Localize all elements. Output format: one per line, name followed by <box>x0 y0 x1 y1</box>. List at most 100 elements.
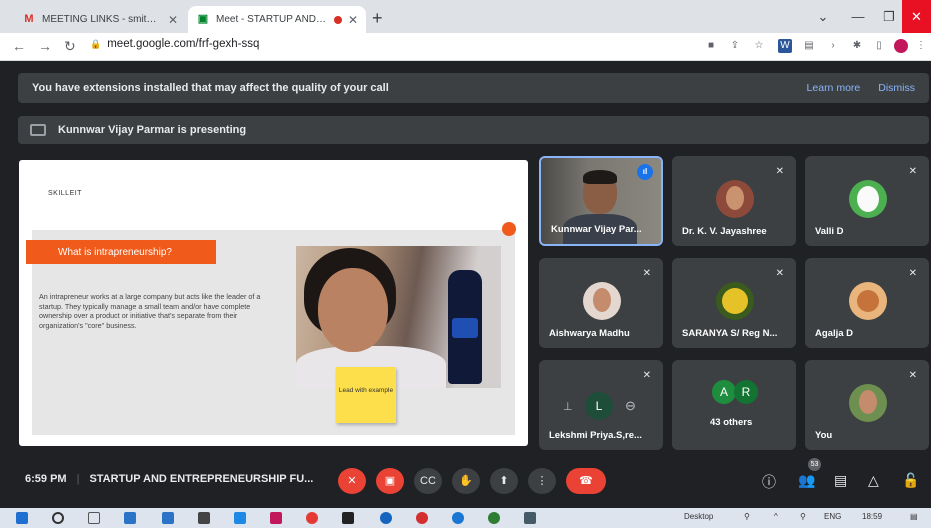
participant-tile[interactable]: ✕ Aishwarya Madhu <box>539 258 663 348</box>
url-field[interactable]: 🔒 meet.google.com/frf-gexh-ssq <box>90 38 259 50</box>
meeting-time: 6:59 PM <box>25 473 67 485</box>
windows-taskbar: Desktop ⚲ ^ ⚲ ENG 18:59 ▤ <box>0 508 931 528</box>
address-bar-row: ← → ↻ 🔒 meet.google.com/frf-gexh-ssq ■ ⇪… <box>0 33 931 61</box>
maximize-button[interactable]: ❐ <box>873 0 905 33</box>
back-icon[interactable]: ← <box>12 38 26 54</box>
star-icon[interactable]: ☆ <box>752 39 766 53</box>
meeting-info: 6:59 PM | STARTUP AND ENTREPRENEURSHIP F… <box>25 473 313 485</box>
network-icon[interactable]: ⚲ <box>800 512 806 521</box>
avatar <box>849 384 887 422</box>
mic-off-button[interactable]: ✕ <box>338 468 366 494</box>
app-icon[interactable] <box>342 512 354 524</box>
meeting-title: STARTUP AND ENTREPRENEURSHIP FU... <box>89 473 314 485</box>
close-icon[interactable]: ✕ <box>348 13 358 27</box>
start-icon[interactable] <box>16 512 28 524</box>
lock-icon[interactable]: 🔓 <box>902 472 919 489</box>
arrow-extension-icon[interactable]: › <box>826 39 840 53</box>
word-extension-icon[interactable]: W <box>778 39 792 53</box>
chevron-down-icon[interactable]: ⌄ <box>807 0 839 33</box>
tab-gmail[interactable]: M MEETING LINKS - smitharcnair@... ✕ <box>14 6 186 33</box>
desktop-label[interactable]: Desktop <box>684 512 713 521</box>
participant-tile[interactable]: ✕ Dr. K. V. Jayashree <box>672 156 796 246</box>
people-tray-icon[interactable]: ⚲ <box>744 512 750 521</box>
opera-icon[interactable] <box>416 512 428 524</box>
video-person-hair <box>583 170 617 184</box>
chat-icon[interactable]: ▤ <box>834 472 847 489</box>
info-icon[interactable]: ⓘ <box>762 472 776 492</box>
camera-icon[interactable]: ■ <box>704 39 718 53</box>
participant-tile[interactable]: ✕ Valli D <box>805 156 929 246</box>
profile-avatar[interactable] <box>894 39 908 53</box>
mic-off-icon: ✕ <box>908 166 917 177</box>
others-tile[interactable]: A R 43 others <box>672 360 796 450</box>
mic-off-icon: ✕ <box>775 166 784 177</box>
tab-title: MEETING LINKS - smitharcnair@... <box>42 14 162 25</box>
more-options-button[interactable]: ⋮ <box>528 468 556 494</box>
close-icon[interactable]: ✕ <box>168 13 178 27</box>
participant-tile[interactable]: ✕ SARANYA S/ Reg N... <box>672 258 796 348</box>
self-tile[interactable]: ✕ You <box>805 360 929 450</box>
new-tab-button[interactable]: + <box>372 8 383 29</box>
present-button[interactable]: ⬆ <box>490 468 518 494</box>
extension-icon[interactable]: ▤ <box>802 39 816 53</box>
app-icon[interactable] <box>524 512 536 524</box>
chevron-up-icon[interactable]: ^ <box>774 512 778 521</box>
end-call-button[interactable]: ☎ <box>566 468 606 494</box>
participant-tile[interactable]: ✕ ⊥ L ⊖ Lekshmi Priya.S,re... <box>539 360 663 450</box>
captions-button[interactable]: CC <box>414 468 442 494</box>
present-screen-icon <box>30 124 46 136</box>
participant-name: Aishwarya Madhu <box>549 328 630 339</box>
presenting-bar: Kunnwar Vijay Parmar is presenting <box>18 116 929 144</box>
close-window-button[interactable]: ✕ <box>902 0 931 33</box>
sticky-note: Lead with example <box>336 367 396 423</box>
slide-accent-dot <box>502 222 516 236</box>
avatar <box>716 282 754 320</box>
edge-icon[interactable] <box>380 512 392 524</box>
photo-bottle <box>448 270 482 384</box>
store-icon[interactable] <box>198 512 210 524</box>
camera-off-button[interactable]: ▣ <box>376 468 404 494</box>
people-icon[interactable]: 👥 <box>798 472 815 489</box>
avatar: A <box>712 380 736 404</box>
reload-icon[interactable]: ↻ <box>64 38 76 55</box>
slide-brand: SKILLEIT <box>48 190 82 197</box>
menu-icon[interactable]: ⋮ <box>914 39 928 53</box>
language-indicator[interactable]: ENG <box>824 512 841 521</box>
sidebar-icon[interactable]: ▯ <box>872 39 886 53</box>
tab-title: Meet - STARTUP AND ENTR... <box>216 14 328 25</box>
gmail-icon: M <box>24 13 34 25</box>
participant-tile[interactable]: ✕ Agalja D <box>805 258 929 348</box>
forward-icon[interactable]: → <box>38 38 52 54</box>
pin-icon[interactable]: ⊥ <box>563 400 573 413</box>
app-icon[interactable] <box>234 512 246 524</box>
app-icon[interactable] <box>488 512 500 524</box>
dismiss-button[interactable]: Dismiss <box>878 82 915 94</box>
participant-name: Kunnwar Vijay Par... <box>551 224 642 235</box>
participant-tile-speaker[interactable]: ıl Kunnwar Vijay Par... <box>539 156 663 246</box>
puzzle-icon[interactable]: ✱ <box>850 39 864 53</box>
others-count: 43 others <box>710 417 753 428</box>
tab-meet[interactable]: ▣ Meet - STARTUP AND ENTR... ✕ <box>188 6 366 33</box>
mic-off-icon: ✕ <box>775 268 784 279</box>
chrome-icon[interactable] <box>306 512 318 524</box>
search-icon[interactable] <box>52 512 64 524</box>
minimize-button[interactable]: — <box>842 0 874 33</box>
task-view-icon[interactable] <box>88 512 100 524</box>
app-icon[interactable] <box>124 512 136 524</box>
raise-hand-button[interactable]: ✋ <box>452 468 480 494</box>
clock[interactable]: 18:59 <box>862 512 882 521</box>
participant-name: Lekshmi Priya.S,re... <box>549 430 642 441</box>
notifications-icon[interactable]: ▤ <box>910 512 918 521</box>
learn-more-link[interactable]: Learn more <box>807 82 861 94</box>
presenting-text: Kunnwar Vijay Parmar is presenting <box>58 124 247 136</box>
extension-warning-banner: You have extensions installed that may a… <box>18 73 929 103</box>
mic-off-icon: ✕ <box>908 268 917 279</box>
app-icon[interactable] <box>270 512 282 524</box>
speaking-indicator-icon: ıl <box>637 164 653 180</box>
activities-icon[interactable]: △ <box>868 472 879 489</box>
avatar <box>849 282 887 320</box>
remove-icon[interactable]: ⊖ <box>625 398 636 414</box>
app-icon[interactable] <box>452 512 464 524</box>
share-icon[interactable]: ⇪ <box>728 39 742 53</box>
file-icon[interactable] <box>162 512 174 524</box>
